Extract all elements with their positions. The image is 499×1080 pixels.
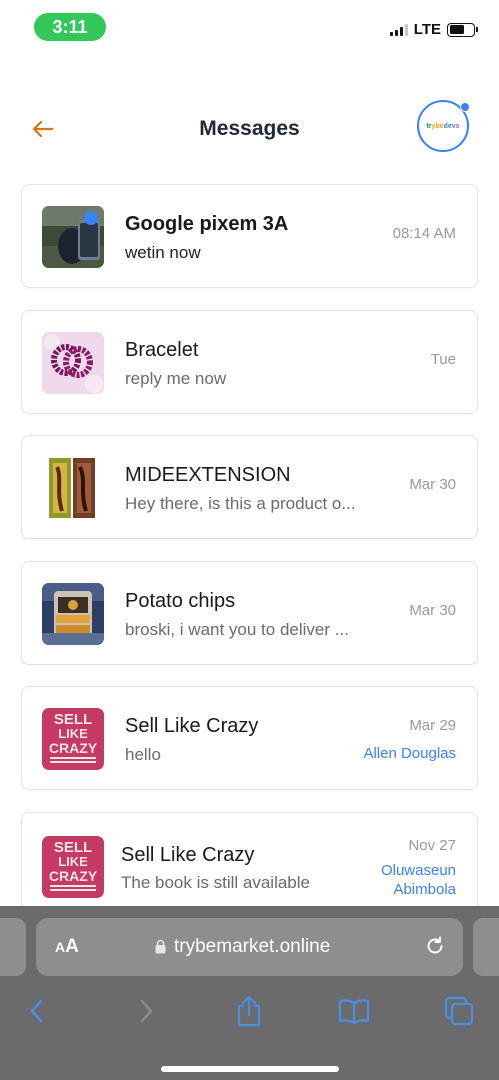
conversation-time: Mar 29 bbox=[409, 717, 456, 734]
product-thumbnail: SELL LIKE CRAZY bbox=[42, 835, 104, 898]
conversation-preview: hello bbox=[125, 745, 161, 764]
svg-text:LIKE: LIKE bbox=[58, 726, 88, 741]
conversation-name: Sell Like Crazy bbox=[121, 843, 255, 866]
conversation-name: MIDEEXTENSION bbox=[125, 464, 291, 486]
conversation-preview: reply me now bbox=[125, 368, 227, 388]
conversation-preview: broski, i want you to deliver ... bbox=[125, 619, 349, 639]
next-tab-peek[interactable] bbox=[473, 918, 499, 976]
conversation-name: Bracelet bbox=[125, 338, 199, 361]
seller-name: Oluwaseun Abimbola bbox=[380, 861, 456, 898]
conversation-time: Nov 27 bbox=[408, 836, 456, 854]
address-bar[interactable]: AA trybemarket.online bbox=[36, 918, 463, 976]
conversation-item[interactable]: MIDEEXTENSION Hey there, is this a produ… bbox=[21, 435, 478, 539]
browser-back-button[interactable] bbox=[20, 994, 54, 1028]
conversation-item[interactable]: Google pixem 3A wetin now 08:14 AM bbox=[21, 184, 478, 288]
conversation-preview: wetin now bbox=[125, 243, 201, 262]
conversation-time: Tue bbox=[430, 350, 456, 368]
product-thumbnail bbox=[42, 331, 104, 394]
status-bar: 3:11 LTE bbox=[0, 0, 499, 56]
conversation-item[interactable]: SELL LIKE CRAZY Sell Like Crazy hello Ma… bbox=[21, 686, 478, 790]
conversation-item[interactable]: Bracelet reply me now Tue bbox=[21, 309, 478, 414]
home-indicator bbox=[161, 1066, 339, 1072]
conversation-name: Google pixem 3A bbox=[125, 213, 289, 235]
conversation-item[interactable]: SELL LIKE CRAZY Sell Like Crazy The book… bbox=[21, 811, 478, 906]
conversation-time: Mar 30 bbox=[409, 476, 456, 493]
status-indicators: LTE bbox=[389, 21, 478, 38]
page-header: Messages tr ybe dev s bbox=[0, 96, 499, 166]
conversation-list[interactable]: Google pixem 3A wetin now 08:14 AM Brace… bbox=[21, 184, 478, 906]
conversation-item[interactable]: Potato chips broski, i want you to deliv… bbox=[21, 560, 478, 665]
browser-bar: AA trybemarket.online bbox=[0, 906, 499, 1080]
chevron-right-icon bbox=[140, 999, 153, 1023]
conversation-preview: Hey there, is this a product o... bbox=[125, 494, 356, 513]
seller-name: Allen Douglas bbox=[363, 745, 456, 762]
svg-text:LIKE: LIKE bbox=[58, 854, 88, 869]
product-thumbnail bbox=[42, 582, 104, 645]
text-size-button[interactable]: AA bbox=[55, 936, 79, 958]
book-icon bbox=[338, 999, 370, 1025]
product-thumbnail: SELL LIKE CRAZY bbox=[42, 708, 104, 770]
previous-tab-peek[interactable] bbox=[0, 918, 26, 976]
tabs-icon bbox=[444, 996, 474, 1026]
conversation-name: Sell Like Crazy bbox=[125, 715, 259, 737]
unread-indicator bbox=[84, 211, 98, 225]
battery-icon bbox=[447, 22, 478, 37]
notification-dot bbox=[460, 102, 470, 112]
chevron-left-icon bbox=[30, 999, 43, 1023]
conversation-time: Mar 30 bbox=[409, 601, 456, 619]
url-text: trybemarket.online bbox=[174, 936, 331, 957]
tabs-button[interactable] bbox=[442, 994, 476, 1028]
product-thumbnail bbox=[42, 457, 104, 519]
browser-forward-button[interactable] bbox=[129, 994, 163, 1028]
browser-toolbar bbox=[0, 986, 499, 1036]
profile-avatar[interactable]: tr ybe dev s bbox=[417, 100, 470, 152]
network-label: LTE bbox=[413, 21, 441, 38]
conversation-name: Potato chips bbox=[125, 589, 236, 612]
reload-icon[interactable] bbox=[424, 935, 446, 957]
lock-icon bbox=[155, 939, 166, 954]
conversation-time: 08:14 AM bbox=[392, 225, 456, 242]
svg-text:CRAZY: CRAZY bbox=[49, 740, 98, 756]
share-icon bbox=[237, 995, 261, 1027]
share-button[interactable] bbox=[232, 994, 266, 1028]
svg-text:CRAZY: CRAZY bbox=[49, 868, 98, 884]
bookmarks-button[interactable] bbox=[337, 994, 371, 1028]
signal-icon bbox=[389, 23, 408, 36]
conversation-preview: The book is still available bbox=[121, 872, 310, 892]
status-time: 3:11 bbox=[34, 13, 106, 41]
